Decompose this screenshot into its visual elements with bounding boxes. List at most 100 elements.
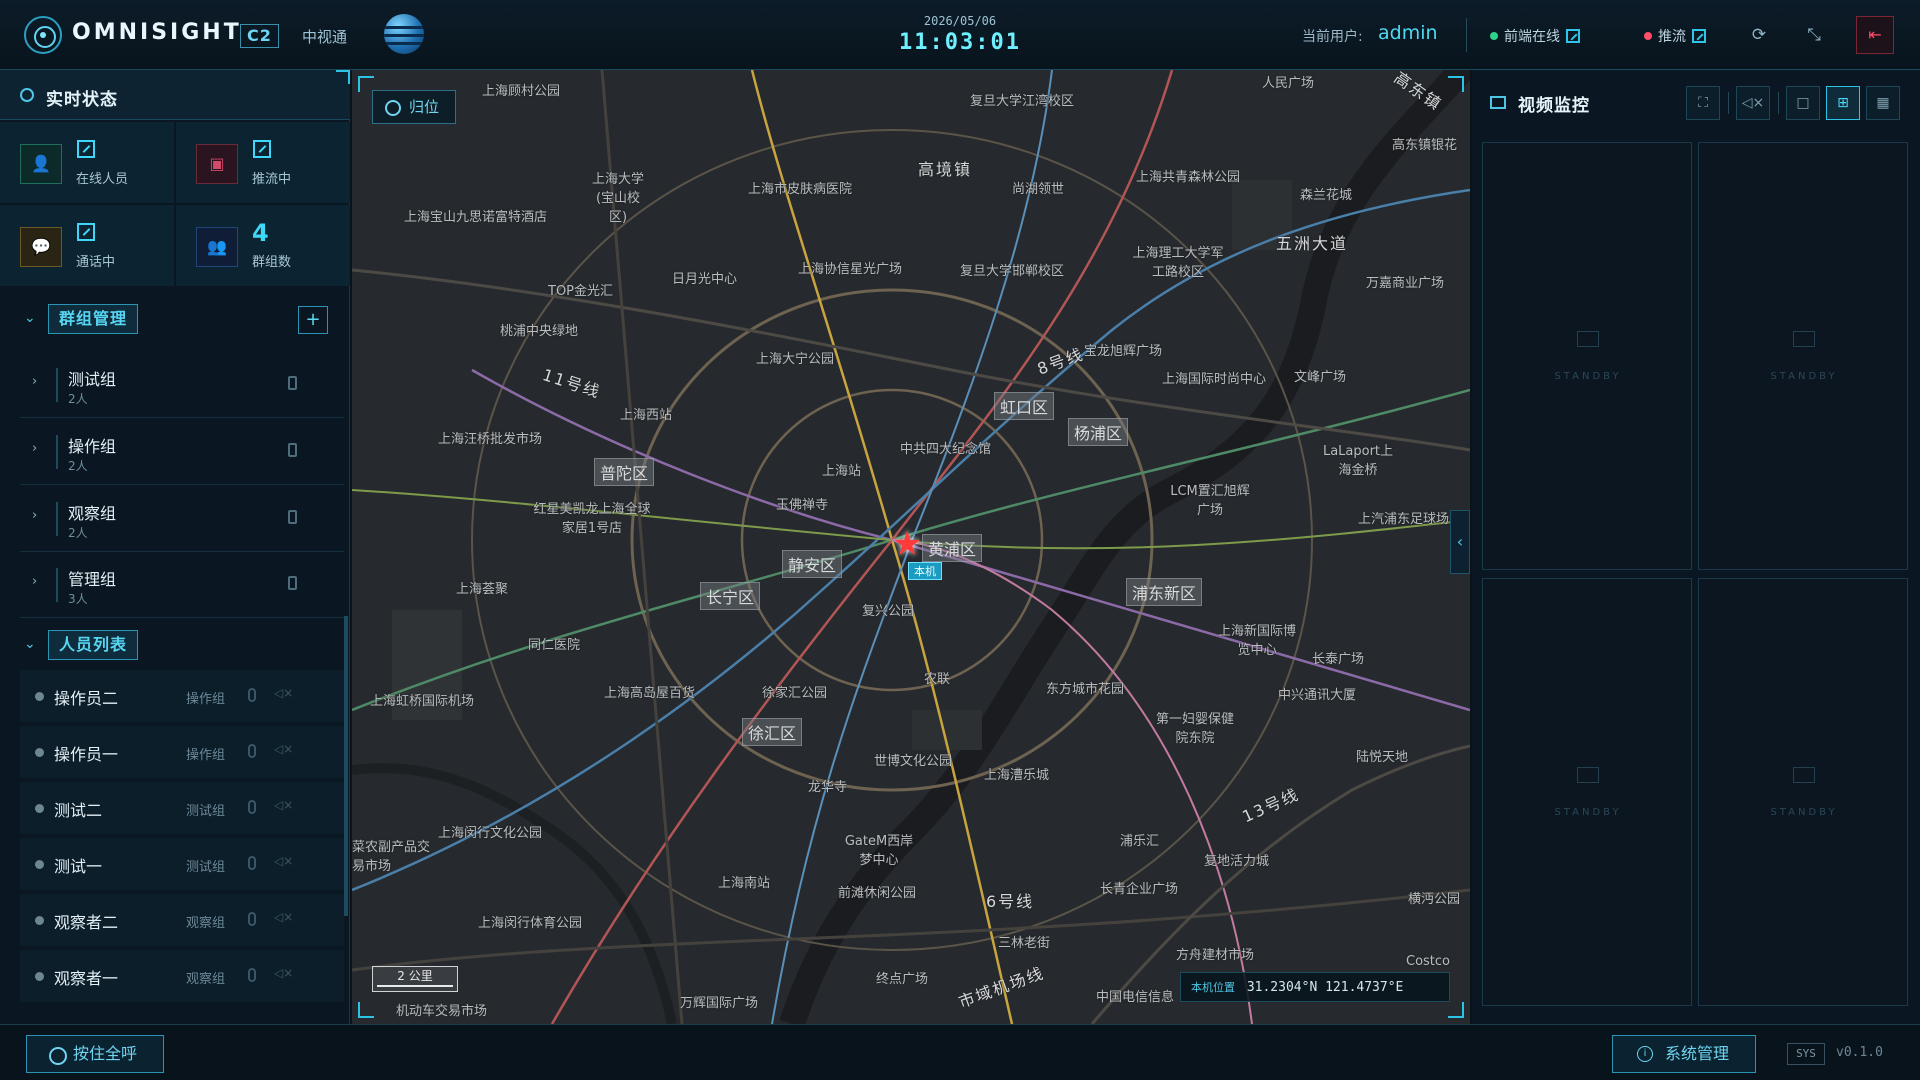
- map-label: TOP金光汇: [548, 284, 614, 299]
- layout-4-button[interactable]: ⊞: [1826, 86, 1860, 120]
- group-name: 操作组: [68, 437, 117, 456]
- toolbar-divider: [1728, 92, 1729, 114]
- group-item[interactable]: › 测试组 2人: [20, 352, 344, 418]
- map-scale: 2 公里: [372, 966, 458, 992]
- corner-decoration: [358, 76, 374, 92]
- map-label: 世博文化公园: [874, 754, 953, 769]
- fullscreen-button[interactable]: ⛶: [1686, 86, 1720, 120]
- stat-online-users[interactable]: 👤 在线人员: [0, 122, 174, 203]
- map-label: 浦乐汇: [1120, 834, 1160, 849]
- status-push: 推流: [1644, 26, 1706, 46]
- mute-icon[interactable]: ◁×: [274, 854, 293, 868]
- offline-dot-icon: [35, 916, 44, 925]
- collapse-panel-button[interactable]: ‹: [1450, 510, 1470, 574]
- map-label: 万嘉商业广场: [1366, 276, 1445, 291]
- stat-in-call[interactable]: 💬 通话中: [0, 205, 174, 286]
- video-panel-header: 视频监控 ⛶ ◁× □ ⊞ ▦: [1472, 70, 1920, 136]
- video-cell[interactable]: STANDBY: [1698, 142, 1908, 570]
- member-item[interactable]: 测试一 测试组 ◁×: [20, 838, 344, 890]
- stat-value: 4: [252, 219, 269, 247]
- phone-icon[interactable]: [288, 510, 297, 524]
- phone-icon[interactable]: [288, 376, 297, 390]
- mute-button[interactable]: ◁×: [1736, 86, 1770, 120]
- phone-icon[interactable]: [288, 443, 297, 457]
- brand-subtitle: 中视通: [302, 28, 348, 46]
- phone-icon[interactable]: [248, 744, 256, 758]
- stat-label: 推流中: [252, 172, 292, 187]
- group-item[interactable]: › 观察组 2人: [20, 486, 344, 552]
- member-item[interactable]: 测试二 测试组 ◁×: [20, 782, 344, 834]
- member-item[interactable]: 操作员一 操作组 ◁×: [20, 726, 344, 778]
- map-label: 6号线: [986, 892, 1035, 911]
- group-divider: [56, 368, 58, 402]
- stat-streaming[interactable]: ▣ 推流中: [176, 122, 350, 203]
- group-item[interactable]: › 操作组 2人: [20, 419, 344, 485]
- map-label: GateM西岸梦中心: [844, 834, 914, 868]
- location-star-icon[interactable]: ★: [892, 524, 922, 564]
- offline-dot-icon: [35, 692, 44, 701]
- phone-icon[interactable]: [248, 688, 256, 702]
- chevron-down-icon[interactable]: ⌄: [24, 310, 36, 326]
- map-label: 复旦大学邯郸校区: [960, 264, 1065, 279]
- member-name: 测试二: [54, 801, 103, 820]
- realtime-status-title: 实时状态: [46, 90, 118, 110]
- group-name: 管理组: [68, 570, 117, 589]
- brand-badge: C2: [240, 24, 279, 48]
- layout-1-button[interactable]: □: [1786, 86, 1820, 120]
- member-list-header: ⌄ 人员列表: [0, 622, 350, 668]
- globe-logo-icon: [384, 14, 424, 54]
- stat-group-count[interactable]: 👥 4 群组数: [176, 205, 350, 286]
- video-cell[interactable]: STANDBY: [1482, 142, 1692, 570]
- member-list-scrollbar[interactable]: [344, 616, 348, 916]
- coordinate-value: 31.2304°N 121.4737°E: [1246, 980, 1404, 995]
- map-label: 横沔公园: [1408, 892, 1461, 907]
- refresh-icon[interactable]: ⟳: [1748, 24, 1770, 46]
- phone-icon[interactable]: [288, 576, 297, 590]
- map-label: 机动车交易市场: [396, 1004, 488, 1019]
- realtime-status-header: 实时状态: [0, 70, 350, 120]
- logout-button[interactable]: ⇤: [1856, 16, 1894, 54]
- map-label: 上海荟聚: [456, 582, 509, 597]
- map-view[interactable]: 归位 上海顾村公园 复旦大学江湾校区 人民广场 高东镇 上海大学(宝山校区) 上…: [352, 70, 1470, 1024]
- district-label: 静安区: [782, 550, 843, 578]
- mute-icon[interactable]: ◁×: [274, 686, 293, 700]
- mute-icon[interactable]: ◁×: [274, 798, 293, 812]
- system-management-button[interactable]: 系统管理: [1612, 1035, 1756, 1073]
- phone-icon[interactable]: [248, 912, 256, 926]
- mute-icon[interactable]: ◁×: [274, 966, 293, 980]
- map-label: 上汽浦东足球场: [1358, 512, 1450, 527]
- map-label: 陆悦天地: [1356, 750, 1409, 765]
- home-reset-button[interactable]: 归位: [372, 90, 456, 124]
- phone-icon[interactable]: [248, 856, 256, 870]
- layout-9-button[interactable]: ▦: [1866, 86, 1900, 120]
- member-item[interactable]: 观察者一 观察组 ◁×: [20, 950, 344, 1002]
- chevron-down-icon[interactable]: ⌄: [24, 636, 36, 652]
- phone-icon[interactable]: [248, 968, 256, 982]
- checkbox-icon: [1692, 29, 1706, 43]
- member-item[interactable]: 观察者二 观察组 ◁×: [20, 894, 344, 946]
- member-item[interactable]: 操作员二 操作组 ◁×: [20, 670, 344, 722]
- map-label: 长泰广场: [1312, 652, 1365, 667]
- checkbox-icon: [253, 140, 271, 158]
- phone-icon[interactable]: [248, 800, 256, 814]
- map-label: 上海新国际博览中心: [1217, 624, 1296, 658]
- group-management-title[interactable]: 群组管理: [48, 304, 139, 334]
- left-panel: 实时状态 👤 在线人员 ▣ 推流中 💬 通话中 👥 4 群组数 ⌄ 群组管理 +…: [0, 70, 350, 1024]
- video-cell[interactable]: STANDBY: [1698, 578, 1908, 1006]
- add-group-button[interactable]: +: [298, 306, 328, 334]
- map-label: 上海南站: [718, 876, 771, 891]
- group-item[interactable]: › 管理组 3人: [20, 552, 344, 618]
- map-label: 龙华寺: [808, 780, 848, 795]
- map-label: LaLaport上海金桥: [1322, 444, 1394, 478]
- map-label: 玉佛禅寺: [776, 498, 829, 513]
- mute-icon[interactable]: ◁×: [274, 910, 293, 924]
- offline-dot-icon: [35, 748, 44, 757]
- shrink-icon[interactable]: ⤡: [1803, 24, 1825, 46]
- member-list-title[interactable]: 人员列表: [48, 630, 139, 660]
- push-to-talk-all-button[interactable]: 按住全呼: [26, 1035, 164, 1073]
- group-icon: 👥: [196, 227, 238, 267]
- mute-icon[interactable]: ◁×: [274, 742, 293, 756]
- header-divider: [1466, 18, 1467, 52]
- video-cell[interactable]: STANDBY: [1482, 578, 1692, 1006]
- map-label: 人民广场: [1262, 76, 1315, 91]
